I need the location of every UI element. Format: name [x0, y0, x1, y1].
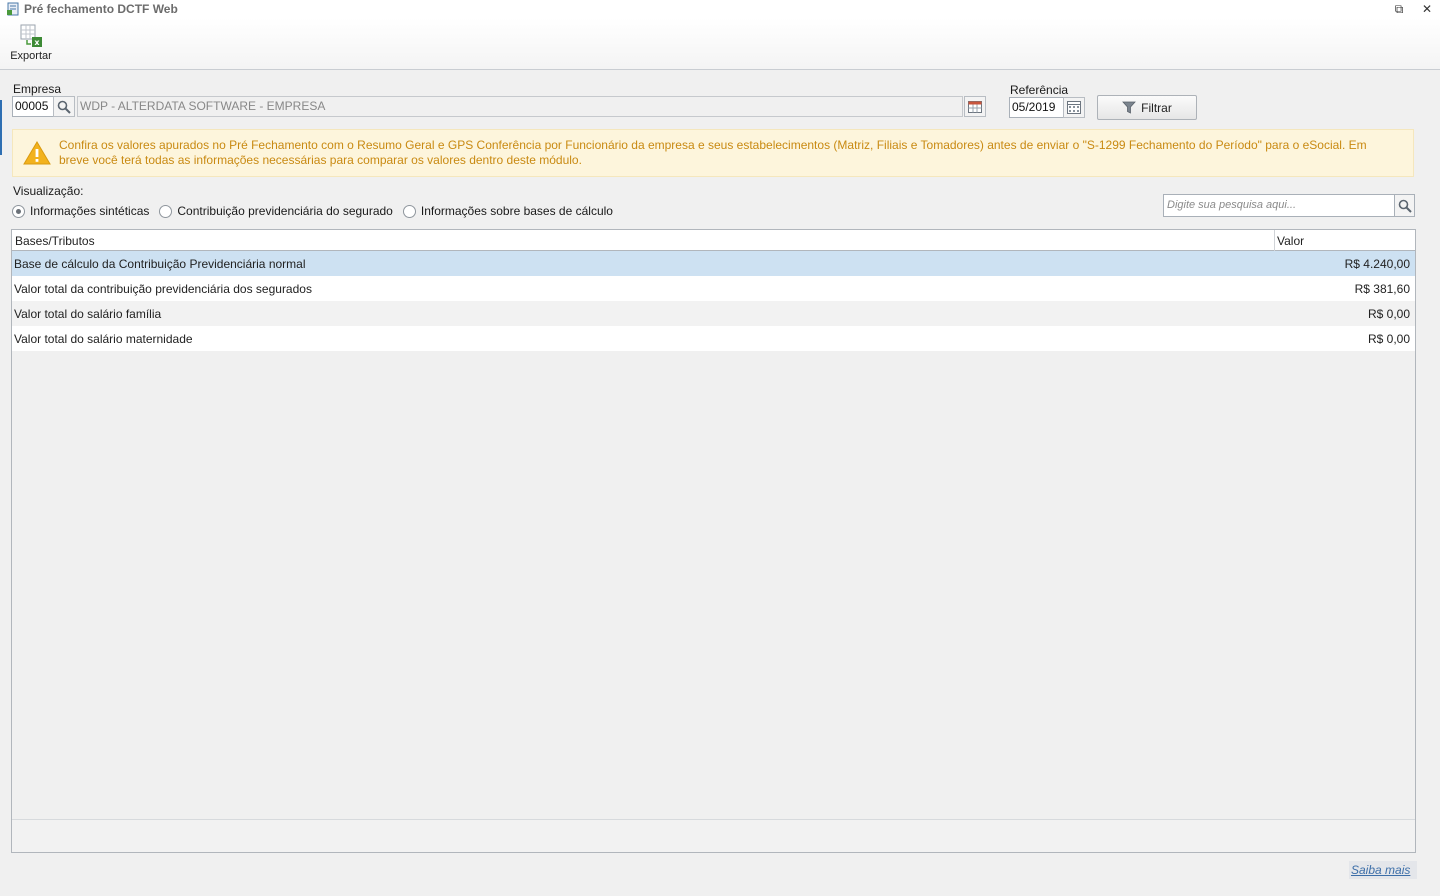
export-label: Exportar [10, 50, 52, 62]
empresa-label: Empresa [13, 82, 62, 96]
radio-circle [159, 204, 173, 218]
grid-header: Bases/Tributos Valor [12, 230, 1415, 251]
svg-text:x: x [34, 38, 40, 47]
radio-circle [12, 204, 25, 218]
referencia-label: Referência [1010, 83, 1069, 97]
column-separator[interactable] [1274, 230, 1275, 251]
radio-circle [402, 204, 416, 218]
cell-value: R$ 0,00 [1367, 332, 1410, 346]
column-header-valor[interactable]: Valor [1277, 234, 1304, 248]
table-row[interactable]: Base de cálculo da Contribuição Previden… [12, 251, 1415, 276]
cell-name: Valor total da contribuição previdenciár… [14, 282, 312, 296]
table-row[interactable]: Valor total do salário família R$ 0,00 [12, 301, 1415, 326]
table-row[interactable]: Valor total da contribuição previdenciár… [12, 276, 1415, 301]
funnel-icon [1122, 101, 1137, 114]
warning-banner: Confira os valores apurados no Pré Fecha… [12, 129, 1414, 177]
restore-window-icon[interactable]: ⧉ [1392, 2, 1406, 16]
referencia-field[interactable]: 05/2019 [1009, 97, 1064, 118]
close-icon[interactable]: ✕ [1420, 2, 1434, 16]
warning-icon [23, 141, 51, 165]
cell-value: R$ 381,60 [1354, 282, 1410, 296]
window-title: Pré fechamento DCTF Web [24, 2, 178, 16]
radio-label: Contribuição previdenciária do segurado [177, 204, 393, 218]
radio-contribuicao-previdenciaria[interactable]: Contribuição previdenciária do segurado [159, 204, 393, 218]
title-bar: Pré fechamento DCTF Web ⧉ ✕ [0, 0, 1440, 18]
toolbar: x Exportar [0, 18, 1440, 70]
grid-footer [12, 819, 1415, 852]
data-grid: Bases/Tributos Valor Base de cálculo da … [11, 229, 1416, 853]
empresa-code-field[interactable]: 00005 [12, 96, 54, 117]
empresa-calendar-button[interactable] [964, 96, 986, 117]
export-button[interactable]: x Exportar [8, 22, 54, 66]
visualizacao-label: Visualização: [13, 184, 84, 198]
filter-button[interactable]: Filtrar [1097, 95, 1197, 120]
cell-name: Valor total do salário família [14, 307, 162, 321]
cell-name: Valor total do salário maternidade [14, 332, 193, 346]
radio-informacoes-sinteticas[interactable]: Informações sintéticas [12, 204, 149, 218]
grid-search-input[interactable]: Digite sua pesquisa aqui... [1163, 194, 1395, 217]
column-header-bases[interactable]: Bases/Tributos [15, 234, 95, 248]
grid-search-button[interactable] [1394, 194, 1415, 217]
app-icon [7, 2, 19, 16]
referencia-calendar-button[interactable] [1063, 97, 1085, 118]
left-edge-accent [0, 100, 2, 155]
visualizacao-options: Informações sintéticas Contribuição prev… [12, 203, 623, 219]
saiba-mais-link[interactable]: Saiba mais [1349, 861, 1417, 879]
cell-value: R$ 4.240,00 [1344, 257, 1410, 271]
cell-name: Base de cálculo da Contribuição Previden… [14, 257, 306, 271]
table-icon [968, 100, 982, 113]
radio-label: Informações sobre bases de cálculo [420, 204, 613, 218]
excel-export-icon: x [20, 24, 42, 47]
search-icon [57, 100, 71, 114]
search-icon [1398, 199, 1412, 213]
table-row[interactable]: Valor total do salário maternidade R$ 0,… [12, 326, 1415, 351]
empresa-name-field: WDP - ALTERDATA SOFTWARE - EMPRESA [77, 96, 963, 117]
radio-label: Informações sintéticas [30, 204, 150, 218]
filter-button-label: Filtrar [1141, 100, 1172, 115]
calendar-icon [1067, 101, 1081, 114]
radio-bases-de-calculo[interactable]: Informações sobre bases de cálculo [402, 204, 613, 218]
empresa-search-button[interactable] [53, 96, 75, 117]
cell-value: R$ 0,00 [1367, 307, 1410, 321]
warning-text: Confira os valores apurados no Pré Fecha… [59, 138, 1367, 167]
